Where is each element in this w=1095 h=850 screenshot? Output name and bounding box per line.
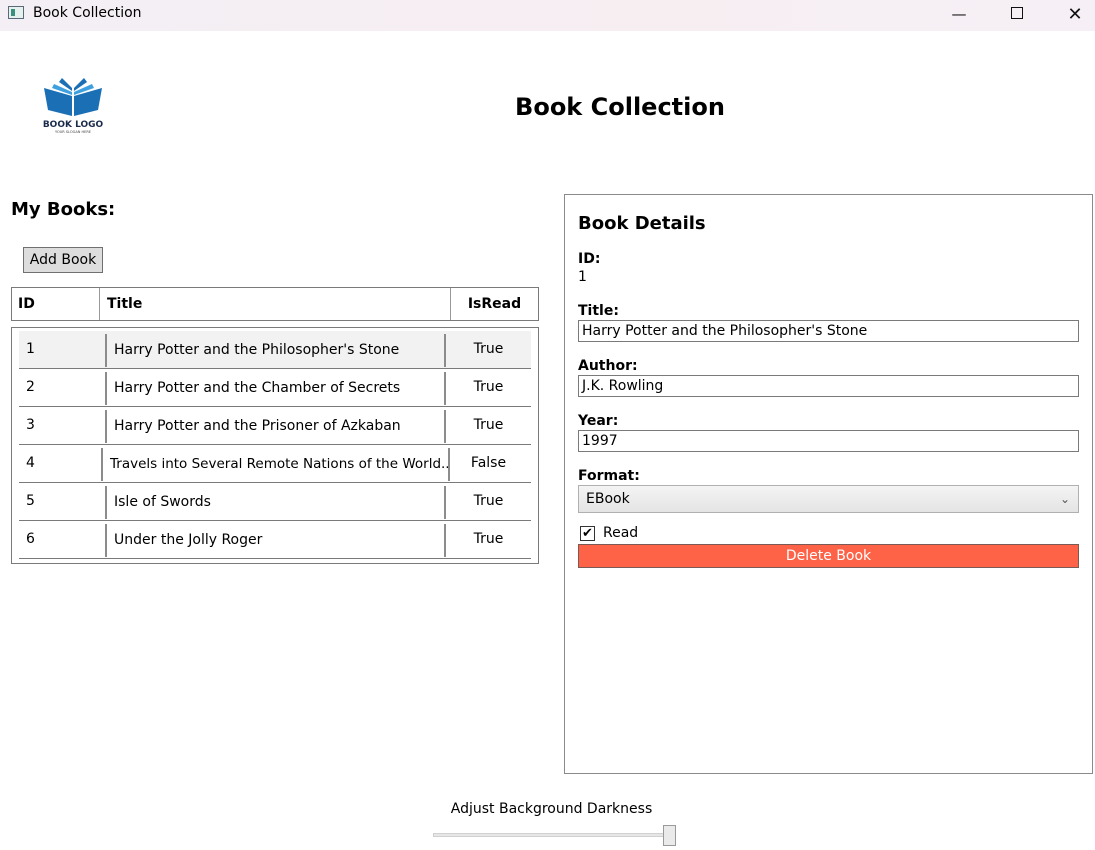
books-grid: 1 Harry Potter and the Philosopher's Sto… <box>11 327 539 564</box>
year-label: Year: <box>578 413 619 429</box>
format-label: Format: <box>578 468 640 484</box>
table-row[interactable]: 5 Isle of Swords True <box>19 483 531 521</box>
cell-title: Harry Potter and the Philosopher's Stone <box>105 334 446 367</box>
cell-isread: True <box>473 341 504 357</box>
table-row[interactable]: 4 Travels into Several Remote Nations of… <box>19 445 531 483</box>
darkness-slider-thumb[interactable] <box>663 825 676 846</box>
table-row[interactable]: 3 Harry Potter and the Prisoner of Azkab… <box>19 407 531 445</box>
cell-id: 1 <box>26 341 35 357</box>
open-book-icon <box>44 78 102 116</box>
cell-id: 4 <box>26 455 35 471</box>
darkness-slider-track[interactable] <box>433 833 676 837</box>
cell-isread: True <box>473 531 504 547</box>
table-row[interactable]: 2 Harry Potter and the Chamber of Secret… <box>19 369 531 407</box>
table-row[interactable]: 6 Under the Jolly Roger True <box>19 521 531 559</box>
cell-title: Under the Jolly Roger <box>105 524 446 557</box>
author-field[interactable]: J.K. Rowling <box>578 375 1079 397</box>
cell-id: 2 <box>26 379 35 395</box>
author-label: Author: <box>578 358 638 374</box>
close-button[interactable]: ✕ <box>1046 0 1095 31</box>
format-select-value: EBook <box>586 491 630 507</box>
cell-title: Harry Potter and the Chamber of Secrets <box>105 372 446 405</box>
checkmark-icon: ✔ <box>582 526 593 541</box>
table-row[interactable]: 1 Harry Potter and the Philosopher's Sto… <box>19 331 531 369</box>
book-logo: BOOK LOGO YOUR SLOGAN HERE <box>38 76 110 136</box>
title-label: Title: <box>578 303 619 319</box>
window-title: Book Collection <box>33 5 142 21</box>
cell-title: Travels into Several Remote Nations of t… <box>101 448 450 481</box>
cell-isread: True <box>473 493 504 509</box>
minimize-button[interactable]: — <box>930 0 988 31</box>
cell-title: Isle of Swords <box>105 486 446 519</box>
slider-label: Adjust Background Darkness <box>450 801 653 817</box>
cell-id: 5 <box>26 493 35 509</box>
read-checkbox-label[interactable]: Read <box>603 525 638 541</box>
book-details-panel: Book Details ID: 1 Title: Harry Potter a… <box>564 194 1093 774</box>
id-value: 1 <box>578 269 587 285</box>
my-books-heading: My Books: <box>11 199 116 220</box>
logo-text: BOOK LOGO <box>42 120 104 130</box>
logo-slogan: YOUR SLOGAN HERE <box>55 130 91 134</box>
cell-isread: False <box>470 455 507 471</box>
cell-isread: True <box>473 417 504 433</box>
cell-id: 3 <box>26 417 35 433</box>
app-icon <box>8 6 24 19</box>
cell-id: 6 <box>26 531 35 547</box>
column-header-id[interactable]: ID <box>12 288 100 320</box>
delete-book-button[interactable]: Delete Book <box>578 544 1079 568</box>
column-header-title[interactable]: Title <box>100 288 451 320</box>
id-label: ID: <box>578 251 601 267</box>
format-select[interactable]: EBook ⌄ <box>578 485 1079 513</box>
year-field[interactable]: 1997 <box>578 430 1079 452</box>
chevron-down-icon: ⌄ <box>1059 492 1070 506</box>
title-field[interactable]: Harry Potter and the Philosopher's Stone <box>578 320 1079 342</box>
maximize-icon <box>1011 7 1023 19</box>
column-header-isread[interactable]: IsRead <box>451 288 538 320</box>
maximize-button[interactable] <box>988 0 1046 31</box>
window-titlebar: Book Collection — ✕ <box>0 0 1095 31</box>
read-checkbox[interactable]: ✔ <box>580 526 595 541</box>
cell-isread: True <box>473 379 504 395</box>
books-grid-header: ID Title IsRead <box>11 287 539 321</box>
cell-title: Harry Potter and the Prisoner of Azkaban <box>105 410 446 443</box>
details-heading: Book Details <box>578 213 706 234</box>
page-title: Book Collection <box>515 93 725 121</box>
add-book-button[interactable]: Add Book <box>23 247 103 273</box>
